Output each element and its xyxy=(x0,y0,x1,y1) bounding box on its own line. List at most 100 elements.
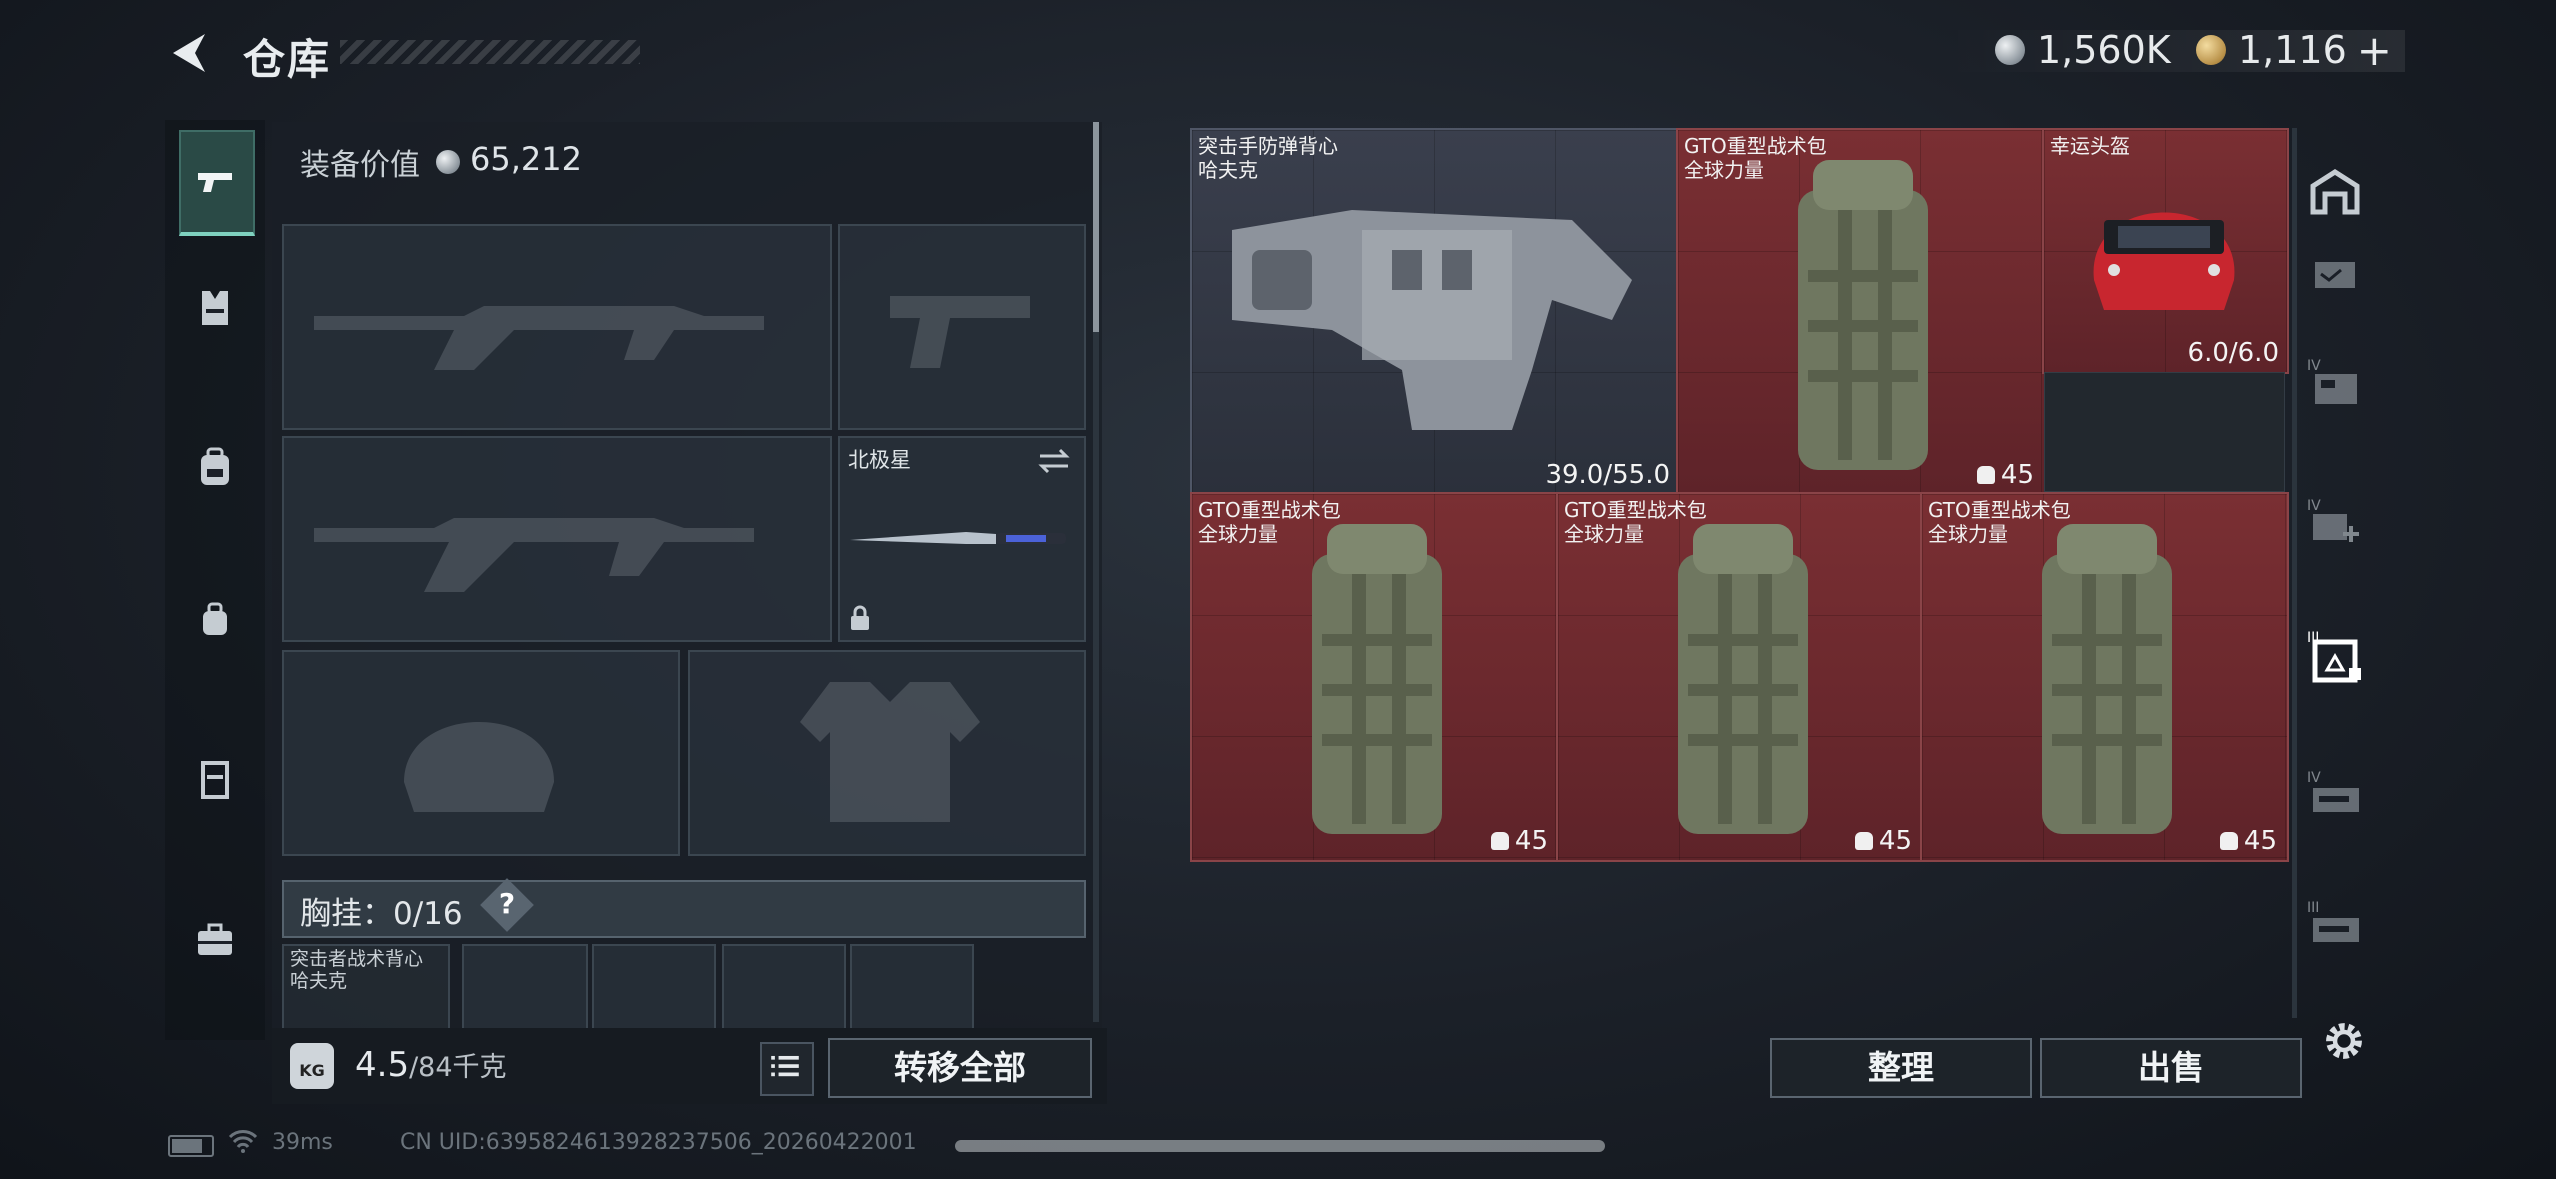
capacity-readout: 45 xyxy=(1976,460,2034,490)
svg-text:IV: IV xyxy=(2307,358,2321,374)
pistol-icon xyxy=(198,173,232,192)
ping-readout: 39ms xyxy=(272,1130,333,1155)
capacity-bag-icon xyxy=(1976,466,1995,484)
chest-rig-icon xyxy=(202,291,228,325)
silver-currency[interactable]: 1,560K xyxy=(1995,28,2171,72)
item-brand: 全球力量 xyxy=(1684,158,1764,182)
warehouse-item-backpack[interactable]: GTO重型战术包 全球力量 45 xyxy=(1676,128,2046,496)
rig-item-name: 突击者战术背心 xyxy=(290,948,424,970)
home-indicator[interactable] xyxy=(955,1140,1605,1152)
category-tab-toolbox[interactable] xyxy=(179,890,251,990)
warehouse-tab-iii-gun-case[interactable]: III xyxy=(2307,898,2363,954)
backpack-icon xyxy=(2042,524,2172,834)
item-name: GTO重型战术包 xyxy=(1198,498,1341,522)
rig-cell[interactable] xyxy=(592,944,716,1032)
battery-icon xyxy=(168,1135,214,1157)
organize-button[interactable]: 整理 xyxy=(1770,1038,2032,1098)
primary-weapon-slot-2[interactable] xyxy=(282,436,832,642)
empty-grid-cell[interactable] xyxy=(2044,372,2285,492)
item-name: GTO重型战术包 xyxy=(1564,498,1707,522)
category-sidebar xyxy=(165,120,265,1040)
help-icon-text: ? xyxy=(498,887,516,920)
category-tab-armor[interactable] xyxy=(179,730,251,830)
back-button[interactable] xyxy=(165,28,215,78)
capacity-bag-icon xyxy=(2219,832,2238,850)
weight-value: 4.5 xyxy=(355,1045,410,1085)
item-brand: 哈夫克 xyxy=(1198,158,1258,182)
tier-iv-add-icon: IV xyxy=(2307,498,2359,542)
item-brand: 全球力量 xyxy=(1564,522,1644,546)
equip-value: 65,212 xyxy=(470,140,582,178)
item-brand: 全球力量 xyxy=(1928,522,2008,546)
helmet-silhouette-icon xyxy=(404,722,554,812)
silver-amount: 1,560K xyxy=(2037,28,2171,72)
warehouse-item-backpack[interactable]: GTO重型战术包 全球力量 45 xyxy=(1190,492,1560,862)
rifle-silhouette-icon xyxy=(314,306,764,370)
rig-item-slot[interactable]: 突击者战术背心 哈夫克 xyxy=(282,944,450,1032)
melee-slot[interactable]: 北极星 xyxy=(838,436,1086,642)
equip-value-label: 装备价值 xyxy=(300,148,420,183)
armor-vest-icon xyxy=(201,761,229,799)
tier-case-icon xyxy=(2315,262,2355,288)
secondary-weapon-slot[interactable] xyxy=(838,224,1086,430)
capacity-bag-icon xyxy=(1854,832,1873,850)
capacity-readout: 45 xyxy=(1854,826,1912,856)
rig-cell[interactable] xyxy=(722,944,846,1032)
helmet-icon xyxy=(2093,212,2235,310)
swap-icon[interactable] xyxy=(1036,446,1072,476)
body-armor-slot[interactable] xyxy=(688,650,1086,856)
backpack-icon xyxy=(1798,160,1928,470)
capacity-readout: 45 xyxy=(2219,826,2277,856)
warehouse-home-icon xyxy=(2310,169,2360,215)
primary-weapon-slot[interactable] xyxy=(282,224,832,430)
weight-readout: 4.5/84千克 xyxy=(355,1045,507,1085)
durability: 6.0/6.0 xyxy=(2187,338,2279,368)
item-name: GTO重型战术包 xyxy=(1928,498,2071,522)
back-arrow-icon xyxy=(173,34,205,72)
toolbox-icon xyxy=(198,923,232,955)
warehouse-tab-case[interactable] xyxy=(2307,248,2363,304)
list-view-button[interactable] xyxy=(760,1042,814,1096)
category-tab-chest-rig[interactable] xyxy=(179,258,251,358)
gold-currency[interactable]: 1,116 + xyxy=(2196,26,2392,75)
sell-button[interactable]: 出售 xyxy=(2040,1038,2302,1098)
title-decoration xyxy=(340,40,640,64)
item-brand: 全球力量 xyxy=(1198,522,1278,546)
capacity-readout: 45 xyxy=(1490,826,1548,856)
capacity-bag-icon xyxy=(1490,832,1509,850)
tier-iv-case-icon: IV xyxy=(2307,358,2357,404)
warehouse-item-helmet[interactable]: 幸运头盔 6.0/6.0 xyxy=(2042,128,2289,374)
category-tab-weapons[interactable] xyxy=(179,130,255,236)
backpack-icon xyxy=(1678,524,1808,834)
melee-name: 北极星 xyxy=(848,448,911,472)
warehouse-item-armor[interactable]: 突击手防弹背心 哈夫克 39.0/55.0 xyxy=(1190,128,1680,496)
rig-item-brand: 哈夫克 xyxy=(290,970,348,992)
category-tab-backpack[interactable] xyxy=(179,418,251,518)
warehouse-tab-bar: IV IV III IV III xyxy=(2297,128,2367,1028)
rig-cell[interactable] xyxy=(850,944,974,1032)
add-currency-button[interactable]: + xyxy=(2357,26,2392,75)
durability: 39.0/55.0 xyxy=(1545,460,1670,490)
transfer-all-button[interactable]: 转移全部 xyxy=(828,1038,1092,1098)
warehouse-tab-main[interactable] xyxy=(2307,164,2363,220)
list-icon xyxy=(771,1055,799,1077)
warehouse-tab-iii-safe[interactable]: III xyxy=(2307,628,2363,684)
backpack-icon xyxy=(1312,524,1442,834)
category-tab-pouch[interactable] xyxy=(179,570,251,670)
item-name: GTO重型战术包 xyxy=(1684,134,1827,158)
wifi-icon xyxy=(228,1130,258,1153)
helmet-slot[interactable] xyxy=(282,650,680,856)
warehouse-tab-iv-gun-case[interactable]: IV xyxy=(2307,768,2363,824)
loadout-scroll-thumb[interactable] xyxy=(1093,122,1099,332)
warehouse-item-backpack[interactable]: GTO重型战术包 全球力量 45 xyxy=(1920,492,2289,862)
weight-capacity: /84千克 xyxy=(409,1052,507,1083)
backpack-icon xyxy=(201,447,229,485)
warehouse-item-backpack[interactable]: GTO重型战术包 全球力量 45 xyxy=(1556,492,1924,862)
warehouse-tab-iv-add[interactable]: IV xyxy=(2307,496,2363,552)
settings-button[interactable] xyxy=(2318,1015,2376,1073)
warehouse-tab-iv-case[interactable]: IV xyxy=(2307,356,2363,412)
rig-cell[interactable] xyxy=(462,944,588,1032)
tier-iii-safe-icon: III xyxy=(2307,630,2361,683)
svg-text:IV: IV xyxy=(2307,770,2321,786)
lock-icon xyxy=(851,605,869,630)
